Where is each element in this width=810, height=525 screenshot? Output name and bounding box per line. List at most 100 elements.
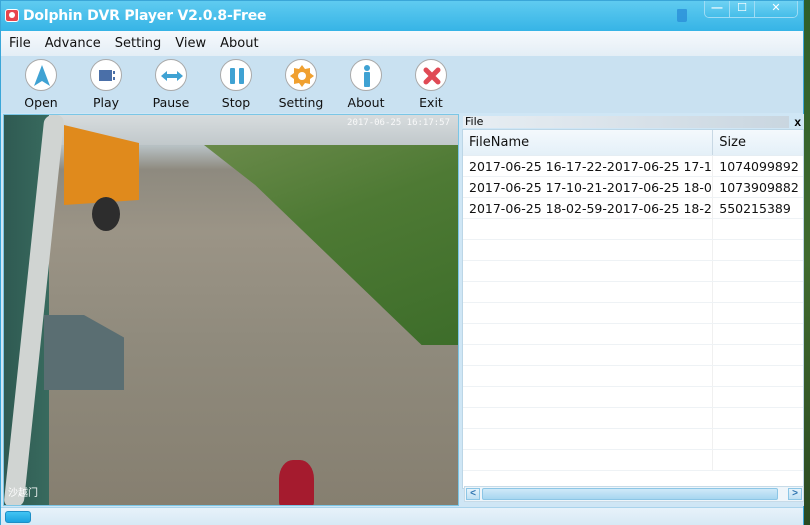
osd-camera-label: 沙越门 <box>8 488 38 499</box>
play-icon <box>90 59 122 91</box>
empty-cell <box>463 324 714 344</box>
about-button[interactable]: About <box>336 59 396 110</box>
pause-label: Pause <box>152 95 190 110</box>
file-panel-title: File <box>465 115 484 128</box>
exit-label: Exit <box>419 95 443 110</box>
empty-row <box>463 408 803 429</box>
video-ledge <box>44 315 124 390</box>
file-list: FileName Size 2017-06-25 16-17-22-2017-0… <box>462 129 804 489</box>
menu-about[interactable]: About <box>220 36 258 51</box>
empty-cell <box>713 240 803 260</box>
stop-button[interactable]: Stop <box>206 59 266 110</box>
empty-cell <box>713 303 803 323</box>
info-icon <box>350 59 382 91</box>
empty-cell <box>713 450 803 470</box>
empty-cell <box>463 219 714 239</box>
empty-row <box>463 261 803 282</box>
status-bar <box>1 507 803 525</box>
empty-cell <box>463 450 714 470</box>
empty-cell <box>713 429 803 449</box>
video-red-object <box>279 460 314 505</box>
file-size-cell: 1074099892 <box>719 159 799 174</box>
video-truck-wheel <box>92 197 120 231</box>
empty-cell <box>463 345 714 365</box>
setting-label: Setting <box>278 95 324 110</box>
empty-row <box>463 282 803 303</box>
menu-bar: File Advance Setting View About <box>1 31 803 56</box>
open-button[interactable]: Open <box>11 59 71 110</box>
empty-cell <box>713 408 803 428</box>
empty-row <box>463 303 803 324</box>
skin-icon[interactable] <box>677 9 687 22</box>
empty-row <box>463 324 803 345</box>
maximize-button[interactable]: ☐ <box>730 1 755 17</box>
setting-button[interactable]: Setting <box>271 59 331 110</box>
empty-cell <box>713 387 803 407</box>
empty-cell <box>463 429 714 449</box>
scroll-thumb[interactable] <box>482 488 778 500</box>
horizontal-scrollbar[interactable]: < > <box>464 486 804 502</box>
gear-icon <box>285 59 317 91</box>
pause-button[interactable]: Pause <box>141 59 201 110</box>
empty-cell <box>713 282 803 302</box>
empty-row <box>463 387 803 408</box>
toolbar: Open Play Pause Stop Setting About Exit <box>1 56 803 113</box>
empty-row <box>463 345 803 366</box>
close-x-icon <box>415 59 447 91</box>
empty-cell <box>713 261 803 281</box>
file-row[interactable]: 2017-06-25 18-02-59-2017-06-25 18-29... 5… <box>463 198 803 219</box>
title-bar[interactable]: Dolphin DVR Player V2.0.8-Free — ☐ ✕ <box>1 1 803 31</box>
minimize-button[interactable]: — <box>705 1 730 17</box>
file-row[interactable]: 2017-06-25 16-17-22-2017-06-25 17-10... 1… <box>463 156 803 177</box>
file-name-cell: 2017-06-25 18-02-59-2017-06-25 18-29... <box>463 198 714 218</box>
playback-progress[interactable] <box>5 511 31 523</box>
osd-timestamp: 2017-06-25 16:17:57 <box>347 118 450 128</box>
about-label: About <box>347 95 385 110</box>
file-row[interactable]: 2017-06-25 17-10-21-2017-06-25 18-02... 1… <box>463 177 803 198</box>
desktop-background <box>804 0 810 525</box>
empty-cell <box>463 387 714 407</box>
file-size-cell: 550215389 <box>719 201 791 216</box>
file-panel-close-button[interactable]: x <box>794 115 801 129</box>
file-size-cell: 1073909882 <box>719 180 799 195</box>
empty-cell <box>463 261 714 281</box>
stop-bars-icon <box>220 59 252 91</box>
window-title: Dolphin DVR Player V2.0.8-Free <box>23 8 267 24</box>
stop-label: Stop <box>221 95 251 110</box>
file-list-header: FileName Size <box>463 130 803 156</box>
column-filename[interactable]: FileName <box>463 130 714 155</box>
open-label: Open <box>24 95 58 110</box>
play-label: Play <box>92 95 120 110</box>
empty-cell <box>463 408 714 428</box>
menu-setting[interactable]: Setting <box>115 36 162 51</box>
empty-cell <box>713 345 803 365</box>
scroll-left-button[interactable]: < <box>466 488 480 500</box>
close-button[interactable]: ✕ <box>755 1 797 17</box>
empty-cell <box>463 366 714 386</box>
empty-cell <box>463 303 714 323</box>
file-name-cell: 2017-06-25 17-10-21-2017-06-25 18-02... <box>463 177 714 197</box>
menu-view[interactable]: View <box>175 36 206 51</box>
video-viewport[interactable]: 2017-06-25 16:17:57 沙越门 <box>3 114 459 506</box>
app-logo-icon <box>5 9 19 22</box>
empty-cell <box>713 219 803 239</box>
column-size[interactable]: Size <box>713 130 803 155</box>
window-controls: — ☐ ✕ <box>704 1 798 18</box>
empty-row <box>463 450 803 471</box>
menu-file[interactable]: File <box>9 36 31 51</box>
open-arrow-icon <box>25 59 57 91</box>
empty-row <box>463 219 803 240</box>
empty-cell <box>463 240 714 260</box>
file-panel-header: File <box>463 116 789 128</box>
empty-row <box>463 240 803 261</box>
empty-cell <box>713 366 803 386</box>
scroll-right-button[interactable]: > <box>788 488 802 500</box>
empty-cell <box>713 324 803 344</box>
menu-advance[interactable]: Advance <box>45 36 101 51</box>
video-grass <box>204 145 458 345</box>
file-panel: File x FileName Size 2017-06-25 16-17-22… <box>461 114 805 506</box>
play-button[interactable]: Play <box>76 59 136 110</box>
pause-arrows-icon <box>155 59 187 91</box>
app-window: Dolphin DVR Player V2.0.8-Free — ☐ ✕ Fil… <box>0 0 805 525</box>
exit-button[interactable]: Exit <box>401 59 461 110</box>
